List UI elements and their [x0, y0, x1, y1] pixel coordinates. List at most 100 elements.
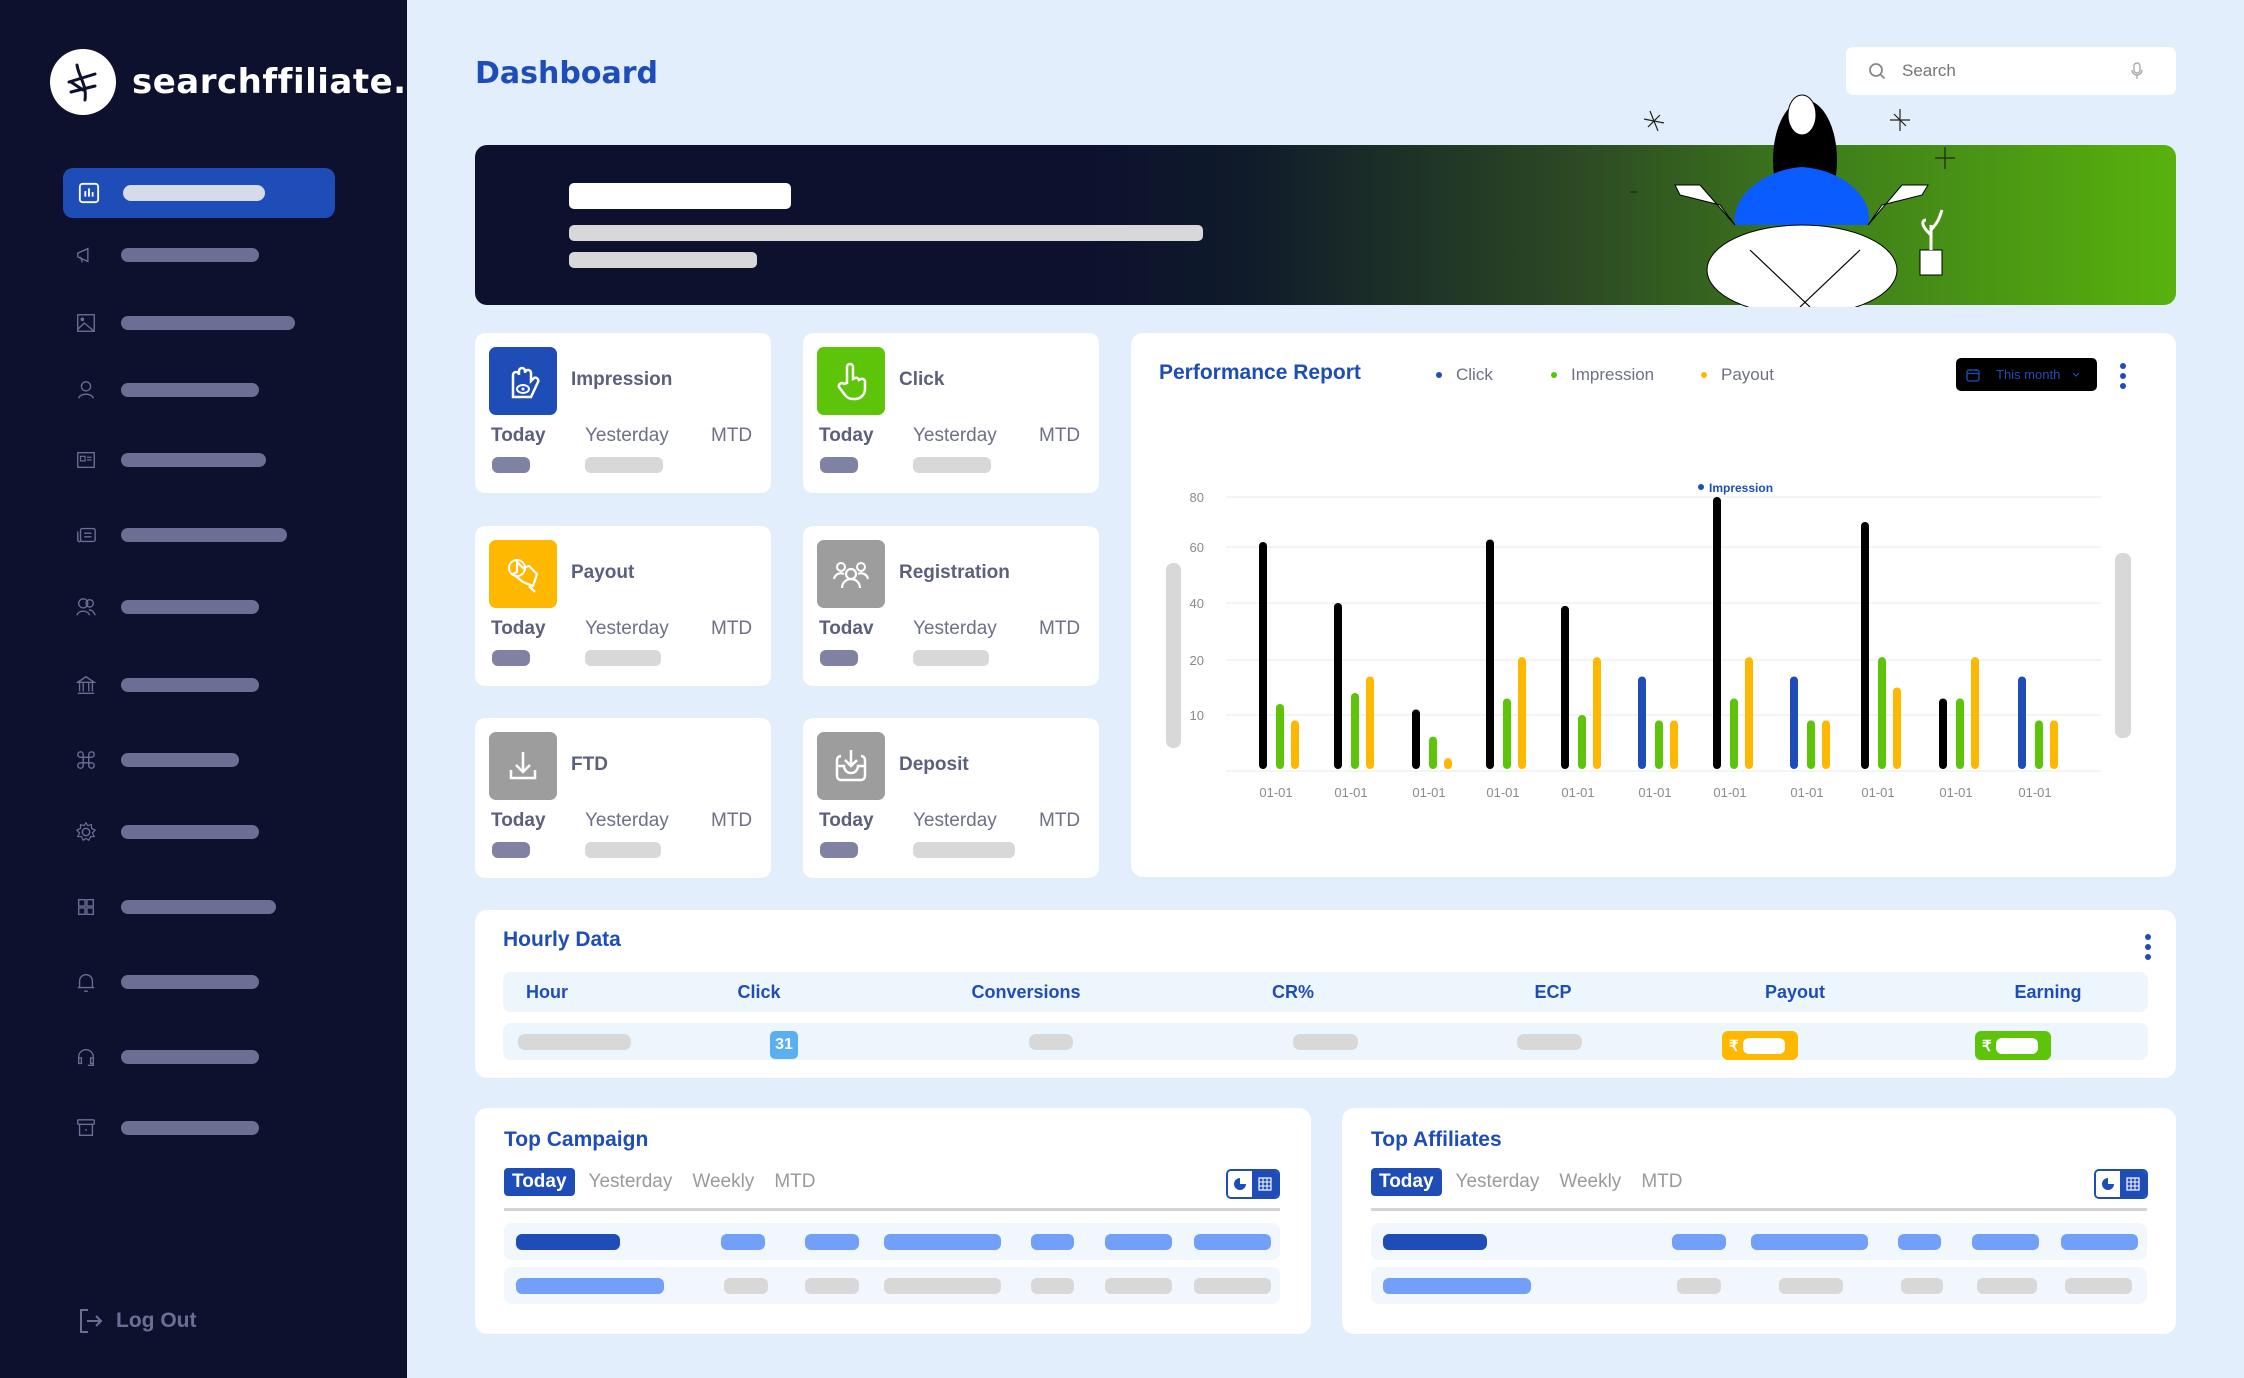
sidebar-item[interactable] — [63, 735, 239, 785]
list-item[interactable] — [1371, 1267, 2147, 1304]
stat-card-ftd[interactable]: FTD Today Yesterday MTD — [475, 718, 771, 878]
column-header-ecp[interactable]: ECP — [1534, 982, 1571, 1003]
sidebar-item-label-placeholder — [121, 825, 259, 839]
period-mtd-label[interactable]: MTD — [1039, 618, 1080, 640]
search-icon — [1869, 63, 1886, 80]
period-mtd-label[interactable]: MTD — [711, 425, 752, 447]
sidebar-item[interactable] — [63, 365, 259, 415]
pie-chart-icon[interactable] — [1228, 1171, 1252, 1197]
period-mtd-label[interactable]: MTD — [711, 810, 752, 832]
top-affiliates-card: Top Affiliates Today Yesterday Weekly MT… — [1342, 1108, 2176, 1334]
command-icon — [73, 747, 99, 773]
tab-yesterday[interactable]: Yesterday — [589, 1171, 673, 1193]
sidebar-item-label-placeholder — [121, 753, 239, 767]
sidebar-item[interactable] — [63, 298, 295, 348]
pie-chart-icon[interactable] — [2096, 1171, 2120, 1197]
column-header-conversions[interactable]: Conversions — [971, 982, 1080, 1003]
sidebar-item[interactable] — [63, 435, 266, 485]
tab-mtd[interactable]: MTD — [1641, 1171, 1682, 1193]
list-item[interactable] — [504, 1267, 1280, 1304]
period-today-label[interactable]: Today — [491, 425, 546, 447]
sidebar-item[interactable] — [63, 582, 259, 632]
column-header-payout[interactable]: Payout — [1765, 982, 1825, 1003]
period-mtd-label[interactable]: MTD — [1039, 425, 1080, 447]
tab-today[interactable]: Today — [504, 1168, 575, 1196]
tab-weekly[interactable]: Weekly — [1559, 1171, 1621, 1193]
sidebar-item-label-placeholder — [121, 975, 259, 989]
column-header-hour[interactable]: Hour — [526, 982, 568, 1003]
sidebar-item-label-placeholder — [121, 600, 259, 614]
tab-yesterday[interactable]: Yesterday — [1456, 1171, 1540, 1193]
image-icon — [73, 310, 99, 336]
sidebar-item[interactable] — [63, 230, 259, 280]
archive-icon — [73, 1115, 99, 1141]
tab-weekly[interactable]: Weekly — [692, 1171, 754, 1193]
stat-card-payout[interactable]: Payout Today Yesterday MTD — [475, 526, 771, 686]
sidebar-item-label-placeholder — [123, 185, 265, 201]
column-header-click[interactable]: Click — [737, 982, 780, 1003]
hand-eye-icon — [489, 347, 557, 415]
period-today-label[interactable]: Today — [491, 810, 546, 832]
payout-value: ₹ — [1722, 1031, 1798, 1060]
period-mtd-label[interactable]: MTD — [711, 618, 752, 640]
stat-card-registration[interactable]: Registration Todav Yesterday MTD — [803, 526, 1099, 686]
period-today-label[interactable]: Todav — [819, 618, 874, 640]
x-tick-label: 01-01 — [1334, 785, 1367, 800]
id-card-icon — [73, 447, 99, 473]
sidebar-item[interactable] — [63, 1032, 259, 1082]
more-options-icon[interactable] — [2145, 934, 2151, 960]
today-value-placeholder — [820, 650, 858, 666]
sidebar-item[interactable] — [63, 957, 259, 1007]
microphone-icon[interactable] — [2130, 62, 2144, 80]
period-yesterday-label[interactable]: Yesterday — [913, 618, 997, 640]
sidebar-item[interactable] — [63, 660, 259, 710]
logo-mark-icon — [50, 49, 116, 115]
period-today-label[interactable]: Today — [819, 425, 874, 447]
logout-button[interactable]: Log Out — [78, 1308, 196, 1334]
table-icon[interactable] — [1252, 1171, 1278, 1197]
period-today-label[interactable]: Today — [491, 618, 546, 640]
view-toggle[interactable] — [1226, 1169, 1280, 1199]
sidebar-item[interactable] — [63, 1103, 259, 1153]
stat-title: Impression — [571, 369, 673, 390]
tab-today[interactable]: Today — [1371, 1168, 1442, 1196]
logout-icon — [80, 1309, 103, 1333]
page-title: Dashboard — [475, 56, 658, 91]
download-icon — [489, 732, 557, 800]
list-item[interactable] — [1371, 1223, 2147, 1260]
tab-mtd[interactable]: MTD — [774, 1171, 815, 1193]
sidebar-item[interactable] — [63, 807, 259, 857]
period-tabs: Today Yesterday Weekly MTD — [1371, 1168, 1702, 1196]
grid-icon — [73, 894, 99, 920]
stat-card-deposit[interactable]: Deposit Today Yesterday MTD — [803, 718, 1099, 878]
table-icon[interactable] — [2120, 1171, 2146, 1197]
banner-title-placeholder — [569, 183, 791, 209]
period-yesterday-label[interactable]: Yesterday — [585, 810, 669, 832]
table-row[interactable]: 31 ₹ ₹ — [503, 1023, 2148, 1060]
tab-divider — [504, 1208, 1280, 1211]
period-yesterday-label[interactable]: Yesterday — [585, 618, 669, 640]
x-tick-label: 01-01 — [1486, 785, 1519, 800]
period-yesterday-label[interactable]: Yesterday — [913, 810, 997, 832]
brand-logo[interactable]: searchffiliate. — [50, 49, 407, 115]
bell-icon — [73, 969, 99, 995]
sidebar-item[interactable] — [63, 510, 287, 560]
news-icon — [73, 522, 99, 548]
sidebar-item[interactable] — [63, 168, 335, 218]
list-item[interactable] — [504, 1223, 1280, 1260]
period-yesterday-label[interactable]: Yesterday — [585, 425, 669, 447]
pointer-hand-icon — [817, 347, 885, 415]
column-header-cr[interactable]: CR% — [1272, 982, 1314, 1003]
period-yesterday-label[interactable]: Yesterday — [913, 425, 997, 447]
view-toggle[interactable] — [2094, 1169, 2148, 1199]
sidebar-item[interactable] — [63, 882, 276, 932]
x-tick-label: 01-01 — [1713, 785, 1746, 800]
sidebar-item-label-placeholder — [121, 383, 259, 397]
period-today-label[interactable]: Today — [819, 810, 874, 832]
stat-card-impression[interactable]: Impression Today Yesterday MTD — [475, 333, 771, 493]
stat-card-click[interactable]: Click Today Yesterday MTD — [803, 333, 1099, 493]
column-header-earning[interactable]: Earning — [2014, 982, 2081, 1003]
period-mtd-label[interactable]: MTD — [1039, 810, 1080, 832]
search-input[interactable] — [1902, 61, 2122, 81]
earning-value: ₹ — [1975, 1031, 2051, 1060]
